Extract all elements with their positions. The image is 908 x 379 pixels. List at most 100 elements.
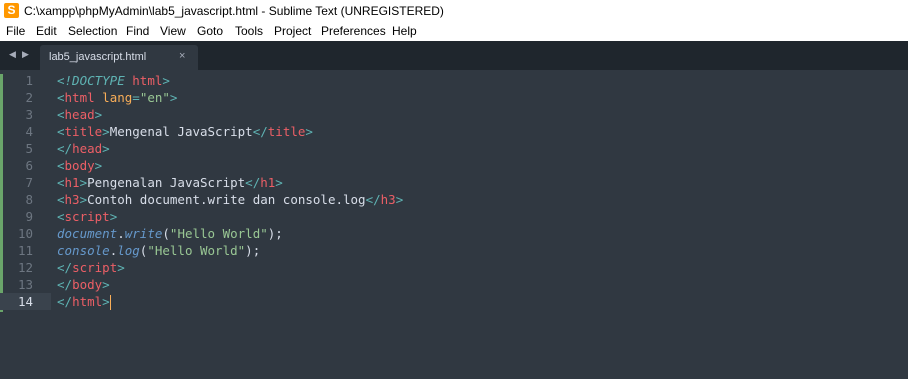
line-text: <html lang="en"> (57, 89, 177, 106)
window-title: C:\xampp\phpMyAdmin\lab5_javascript.html… (24, 4, 444, 18)
code-token: script (72, 260, 118, 275)
code-token: < (57, 158, 65, 173)
code-token: script (64, 209, 110, 224)
menu-project[interactable]: Project (274, 24, 311, 38)
tab-label: lab5_javascript.html (49, 51, 147, 63)
code-token: </ (252, 124, 268, 139)
code-token: > (102, 294, 110, 309)
line-text: </script> (57, 259, 125, 276)
code-token: lang (102, 90, 133, 105)
code-line[interactable]: 11 console.log("Hello World"); (0, 242, 908, 259)
title-bar: S C:\xampp\phpMyAdmin\lab5_javascript.ht… (0, 0, 908, 22)
code-token: body (72, 277, 103, 292)
code-token: > (169, 90, 178, 105)
code-line[interactable]: 4 <title>Mengenal JavaScript</title> (0, 123, 908, 140)
code-token: > (305, 124, 313, 139)
tab-lab5-javascript[interactable]: lab5_javascript.html × (40, 45, 198, 70)
code-token: > (275, 175, 283, 190)
code-line[interactable]: 5 </head> (0, 140, 908, 157)
line-number: 6 (25, 158, 33, 173)
code-token: > (79, 175, 88, 190)
code-line[interactable]: 14 </html> (0, 293, 908, 310)
code-line[interactable]: 12 </script> (0, 259, 908, 276)
menu-tools[interactable]: Tools (235, 24, 263, 38)
line-number: 9 (25, 209, 33, 224)
code-line[interactable]: 13 </body> (0, 276, 908, 293)
sublime-text-icon: S (4, 3, 19, 18)
line-number: 13 (17, 277, 33, 292)
code-line[interactable]: 9 <script> (0, 208, 908, 225)
line-text: <body> (57, 157, 102, 174)
menu-preferences[interactable]: Preferences (321, 24, 386, 38)
line-number: 3 (25, 107, 33, 122)
code-token: < (57, 73, 65, 88)
line-number: 10 (17, 226, 33, 241)
code-token: > (102, 277, 110, 292)
code-token: Contoh document.write dan console.log (87, 192, 366, 207)
code-token: > (94, 158, 103, 173)
code-line[interactable]: 1 <!DOCTYPE html> (0, 72, 908, 89)
code-token: > (94, 107, 103, 122)
code-token: h3 (64, 192, 80, 207)
code-token: < (57, 175, 65, 190)
forward-arrow-icon[interactable]: ▶ (22, 49, 29, 60)
line-text: <!DOCTYPE html> (57, 72, 170, 89)
code-token: . (117, 226, 125, 241)
code-token: Pengenalan JavaScript (87, 175, 246, 190)
code-token: !DOCTYPE (64, 73, 133, 88)
code-token: </ (365, 192, 381, 207)
code-token: title (267, 124, 306, 139)
line-text: <script> (57, 208, 117, 225)
line-number: 11 (17, 243, 33, 258)
code-token: > (79, 192, 88, 207)
code-token: < (57, 124, 65, 139)
back-arrow-icon[interactable]: ◀ (9, 49, 16, 60)
code-line[interactable]: 3 <head> (0, 106, 908, 123)
code-token: </ (57, 277, 73, 292)
code-token: "Hello World" (169, 226, 268, 241)
code-token: h3 (380, 192, 396, 207)
line-text: <title>Mengenal JavaScript</title> (57, 123, 313, 140)
line-text: document.write("Hello World"); (57, 225, 283, 242)
code-token: > (109, 209, 118, 224)
code-editor[interactable]: 1 <!DOCTYPE html> 2 <html lang="en"> 3 <head>… (0, 70, 908, 379)
code-token: html (72, 294, 103, 309)
code-line[interactable]: 10 document.write("Hello World"); (0, 225, 908, 242)
menu-goto[interactable]: Goto (197, 24, 223, 38)
code-token: < (57, 107, 65, 122)
code-line[interactable]: 7 <h1>Pengenalan JavaScript</h1> (0, 174, 908, 191)
code-token: h1 (260, 175, 276, 190)
code-token: < (57, 192, 65, 207)
line-number: 14 (17, 294, 33, 309)
line-number: 2 (25, 90, 33, 105)
line-number: 1 (25, 73, 33, 88)
line-number: 7 (25, 175, 33, 190)
code-line[interactable]: 6 <body> (0, 157, 908, 174)
code-line[interactable]: 2 <html lang="en"> (0, 89, 908, 106)
line-text: console.log("Hello World"); (57, 242, 260, 259)
code-token: </ (57, 260, 73, 275)
code-token: html (132, 73, 163, 88)
menu-selection[interactable]: Selection (68, 24, 117, 38)
text-cursor (109, 295, 111, 310)
line-text: </html> (57, 293, 111, 310)
menu-file[interactable]: File (6, 24, 25, 38)
code-token: "en" (139, 90, 170, 105)
menu-edit[interactable]: Edit (36, 24, 57, 38)
menu-find[interactable]: Find (126, 24, 149, 38)
close-icon[interactable]: × (179, 50, 185, 62)
menu-help[interactable]: Help (392, 24, 417, 38)
code-token: </ (245, 175, 261, 190)
line-text: <head> (57, 106, 102, 123)
code-token: head (72, 141, 103, 156)
line-number: 8 (25, 192, 33, 207)
code-line[interactable]: 8 <h3>Contoh document.write dan console.l… (0, 191, 908, 208)
code-token: > (395, 192, 404, 207)
menu-view[interactable]: View (160, 24, 186, 38)
code-token: < (57, 90, 65, 105)
code-token: "Hello World" (147, 243, 246, 258)
line-number: 5 (25, 141, 33, 156)
code-token: </ (57, 294, 73, 309)
code-token: Mengenal JavaScript (109, 124, 253, 139)
code-token: > (102, 124, 110, 139)
